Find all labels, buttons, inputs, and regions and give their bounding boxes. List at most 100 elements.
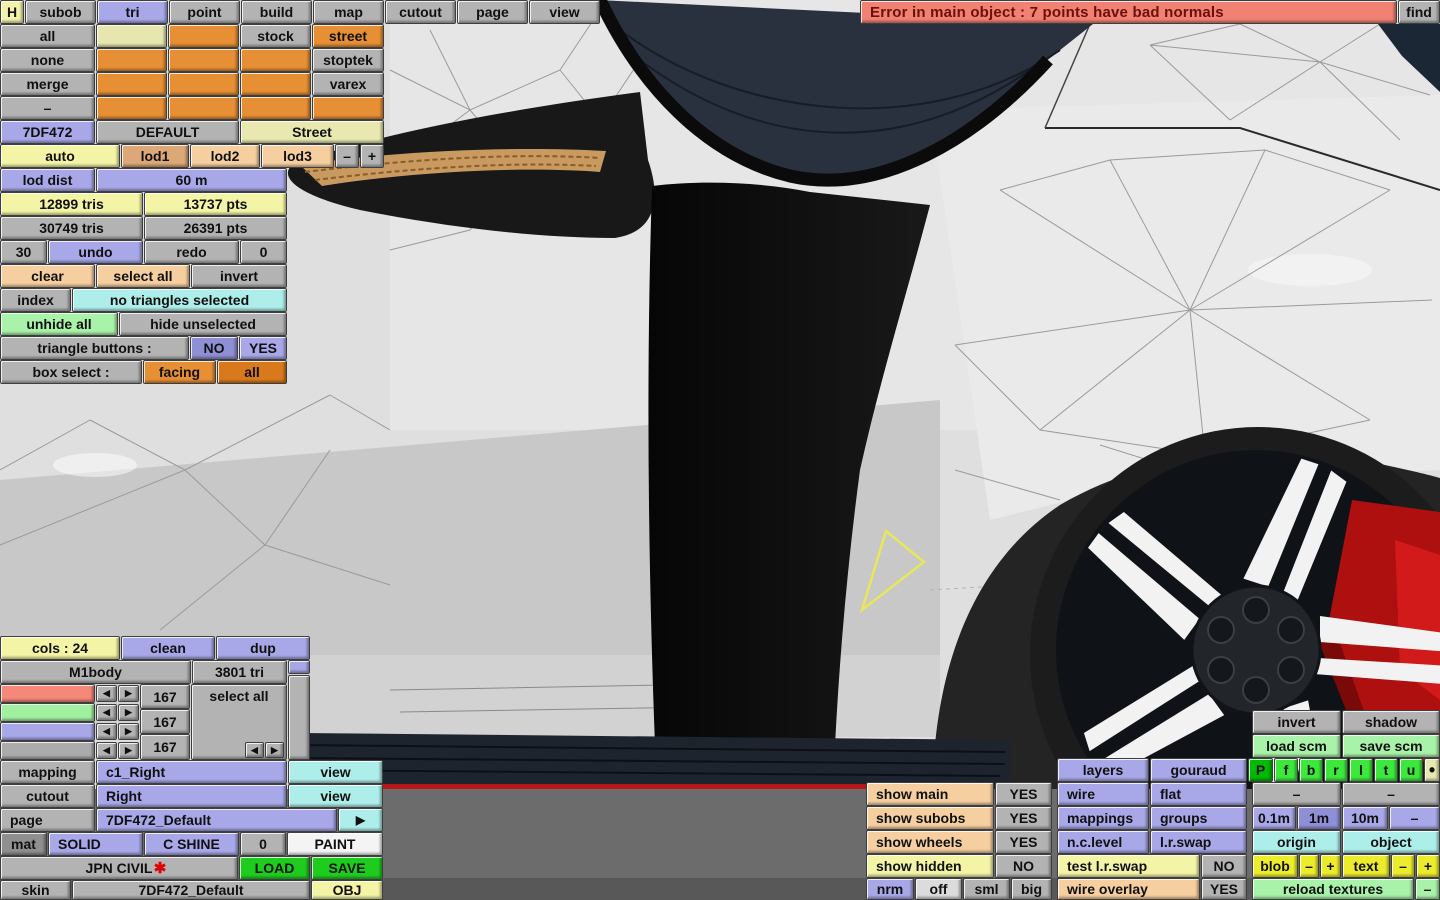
material-slot[interactable] xyxy=(240,96,311,120)
cutout-label[interactable]: cutout xyxy=(0,784,95,808)
config-default[interactable]: DEFAULT xyxy=(96,120,239,144)
menu-build[interactable]: build xyxy=(241,0,312,24)
load-button[interactable]: LOAD xyxy=(239,856,310,880)
index-button[interactable]: index xyxy=(0,288,71,312)
menu-cutout[interactable]: cutout xyxy=(385,0,456,24)
nrm-sml[interactable]: sml xyxy=(963,878,1010,900)
invert-selection-button[interactable]: invert xyxy=(191,264,287,288)
box-select-all[interactable]: all xyxy=(217,360,287,384)
nrm-button[interactable]: nrm xyxy=(866,878,914,900)
scrollbar-thumb[interactable] xyxy=(288,660,310,674)
step-right-arrow[interactable]: ▶ xyxy=(118,685,139,702)
select-none-button[interactable]: none xyxy=(0,48,95,72)
find-button[interactable]: find xyxy=(1398,0,1440,24)
color-prev-arrow[interactable]: ◀ xyxy=(245,742,264,758)
nc-level-button[interactable]: n.c.level xyxy=(1057,830,1149,854)
color-slider-green[interactable] xyxy=(0,703,95,722)
nrm-off[interactable]: off xyxy=(915,878,962,900)
gouraud-button[interactable]: gouraud xyxy=(1150,758,1247,782)
step-right-arrow[interactable]: ▶ xyxy=(118,704,139,721)
show-wheels-label[interactable]: show wheels xyxy=(866,830,994,854)
groups-button[interactable]: groups xyxy=(1150,806,1247,830)
text-plus[interactable]: + xyxy=(1416,854,1440,878)
mapping-label[interactable]: mapping xyxy=(0,760,95,784)
color-slider-grey[interactable] xyxy=(0,741,95,760)
triangle-buttons-yes[interactable]: YES xyxy=(239,336,287,360)
show-hidden-label[interactable]: show hidden xyxy=(866,854,994,878)
page-next-button[interactable]: ▶ xyxy=(338,808,383,832)
layers-button[interactable]: layers xyxy=(1057,758,1149,782)
page-value[interactable]: 7DF472_Default xyxy=(96,808,337,832)
cols-count[interactable]: cols : 24 xyxy=(0,636,120,660)
tag-stoptek[interactable]: stoptek xyxy=(312,48,384,72)
show-main-toggle[interactable]: YES xyxy=(995,782,1052,806)
step-right-arrow[interactable]: ▶ xyxy=(118,742,139,759)
clean-button[interactable]: clean xyxy=(121,636,215,660)
material-slot[interactable] xyxy=(240,72,311,96)
invert-button[interactable]: invert xyxy=(1252,710,1341,734)
blob-plus[interactable]: + xyxy=(1320,854,1341,878)
toggle-f[interactable]: f xyxy=(1274,758,1298,782)
menu-page[interactable]: page xyxy=(457,0,528,24)
object-id[interactable]: 7DF472 xyxy=(0,120,95,144)
grid-dash[interactable]: – xyxy=(1389,806,1440,830)
page-label[interactable]: page xyxy=(0,808,95,832)
toggle-r[interactable]: r xyxy=(1324,758,1348,782)
color-slider-blue[interactable] xyxy=(0,722,95,741)
material-slot[interactable] xyxy=(96,24,167,48)
lod-auto[interactable]: auto xyxy=(0,144,120,168)
color-value-r[interactable]: 167 xyxy=(140,684,190,709)
step-left-arrow[interactable]: ◀ xyxy=(96,723,117,740)
reload-dash[interactable]: – xyxy=(1415,878,1440,900)
redo-button[interactable]: redo xyxy=(144,240,239,264)
toggle-b[interactable]: b xyxy=(1299,758,1323,782)
mapping-value[interactable]: c1_Right xyxy=(96,760,287,784)
lr-swap-button[interactable]: l.r.swap xyxy=(1150,830,1247,854)
wire-overlay-label[interactable]: wire overlay xyxy=(1057,878,1200,900)
menu-subob[interactable]: subob xyxy=(25,0,96,24)
skin-value[interactable]: 7DF472_Default xyxy=(72,880,310,900)
mat-opacity[interactable]: 0 xyxy=(240,832,286,856)
save-scm-button[interactable]: save scm xyxy=(1342,734,1440,758)
load-scm-button[interactable]: load scm xyxy=(1252,734,1341,758)
dup-button[interactable]: dup xyxy=(216,636,310,660)
color-next-arrow[interactable]: ▶ xyxy=(265,742,284,758)
test-lr-swap-toggle[interactable]: NO xyxy=(1201,854,1247,878)
lod-dist-value[interactable]: 60 m xyxy=(96,168,287,192)
lod1-button[interactable]: lod1 xyxy=(121,144,189,168)
obj-button[interactable]: OBJ xyxy=(311,880,383,900)
hide-unselected-button[interactable]: hide unselected xyxy=(119,312,287,336)
show-wheels-toggle[interactable]: YES xyxy=(995,830,1052,854)
material-slot[interactable] xyxy=(168,24,239,48)
tag-stock[interactable]: stock xyxy=(240,24,311,48)
mat-paint[interactable]: PAINT xyxy=(287,832,383,856)
mappings-button[interactable]: mappings xyxy=(1057,806,1149,830)
toggle-t[interactable]: t xyxy=(1374,758,1398,782)
dash-button[interactable]: – xyxy=(1342,782,1440,806)
config-street[interactable]: Street xyxy=(240,120,384,144)
wire-overlay-toggle[interactable]: YES xyxy=(1201,878,1247,900)
step-left-arrow[interactable]: ◀ xyxy=(96,685,117,702)
blob-button[interactable]: blob xyxy=(1252,854,1298,878)
reload-textures-button[interactable]: reload textures xyxy=(1252,878,1414,900)
material-slot[interactable] xyxy=(168,96,239,120)
show-hidden-toggle[interactable]: NO xyxy=(995,854,1052,878)
menu-view[interactable]: view xyxy=(529,0,600,24)
preset-name[interactable]: JPN CIVIL xyxy=(0,856,238,880)
scrollbar-track[interactable] xyxy=(288,675,310,760)
grid-10m[interactable]: 10m xyxy=(1342,806,1388,830)
show-subobs-label[interactable]: show subobs xyxy=(866,806,994,830)
undo-button[interactable]: undo xyxy=(48,240,143,264)
tag-street[interactable]: street xyxy=(312,24,384,48)
color-value-g[interactable]: 167 xyxy=(140,709,190,734)
box-select-facing[interactable]: facing xyxy=(143,360,216,384)
origin-button[interactable]: origin xyxy=(1252,830,1341,854)
show-main-label[interactable]: show main xyxy=(866,782,994,806)
mat-solid[interactable]: SOLID xyxy=(48,832,143,856)
lod3-button[interactable]: lod3 xyxy=(261,144,334,168)
blob-minus[interactable]: – xyxy=(1299,854,1319,878)
tag-varex[interactable]: varex xyxy=(312,72,384,96)
nrm-big[interactable]: big xyxy=(1011,878,1052,900)
grid-01m[interactable]: 0.1m xyxy=(1252,806,1296,830)
color-value-b[interactable]: 167 xyxy=(140,734,190,760)
